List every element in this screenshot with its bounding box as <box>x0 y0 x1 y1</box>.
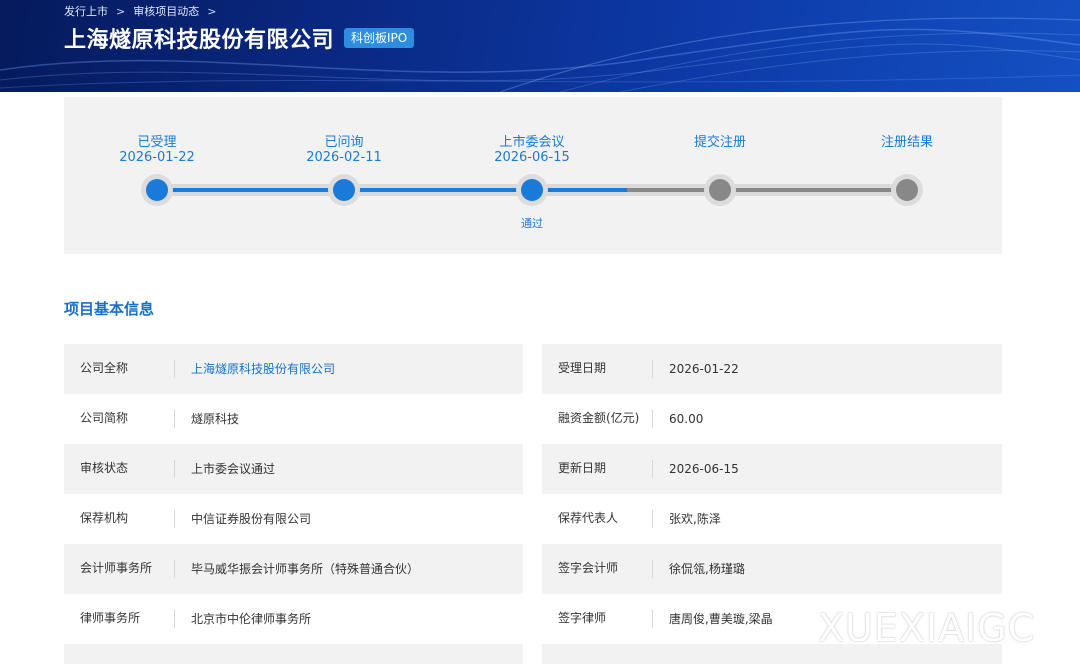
info-key: 签字律师 <box>542 610 653 628</box>
info-row-financing-amount: 融资金额(亿元) 60.00 <box>542 394 1002 444</box>
info-value: 张欢,陈泽 <box>669 512 721 526</box>
info-key: 公司全称 <box>64 360 175 378</box>
step-label: 已问询 <box>324 135 364 150</box>
info-key: 公司简称 <box>64 410 175 428</box>
section-title: 项目基本信息 <box>64 300 155 318</box>
info-value: 北京市中伦律师事务所 <box>191 612 312 626</box>
info-key: 签字会计师 <box>542 560 653 578</box>
breadcrumb: 发行上市 > 审核项目动态 > <box>64 3 218 19</box>
info-key: 保荐代表人 <box>542 510 653 528</box>
info-value: 上市委会议通过 <box>191 462 276 476</box>
info-value: 2026-06-15 <box>669 462 739 476</box>
step-date: 2026-01-22 <box>119 150 195 165</box>
info-key: 受理日期 <box>542 360 653 378</box>
review-progress-panel: 已受理 2026-01-22 已问询 2026-02-11 上市委会议 2026… <box>64 97 1002 254</box>
step-dot-committee-meeting <box>516 174 548 206</box>
step-result-note: 通过 <box>521 217 543 230</box>
watermark: XUEXIAIGC <box>818 606 1036 650</box>
info-row-company-short-name: 公司简称 燧原科技 <box>64 394 523 444</box>
progress-track-pending <box>627 188 907 192</box>
info-value: 燧原科技 <box>191 412 240 426</box>
info-row-sponsor: 保荐机构 中信证券股份有限公司 <box>64 494 523 544</box>
step-dot-registration-result <box>891 174 923 206</box>
chevron-right-icon: > <box>116 4 126 18</box>
info-key: 会计师事务所 <box>64 560 175 578</box>
company-full-name-link[interactable]: 上海燧原科技股份有限公司 <box>175 361 335 377</box>
step-label: 上市委会议 <box>499 135 565 150</box>
info-value: 中信证券股份有限公司 <box>191 512 312 526</box>
step-dot-inquired <box>328 174 360 206</box>
step-committee-meeting: 上市委会议 2026-06-15 <box>472 135 592 165</box>
step-dot-submit-registration <box>704 174 736 206</box>
info-value: 60.00 <box>669 412 704 426</box>
title-row: 上海燧原科技股份有限公司 科创板IPO <box>64 22 415 54</box>
step-date: 2026-02-11 <box>306 150 382 165</box>
info-row-review-status: 审核状态 上市委会议通过 <box>64 444 523 494</box>
breadcrumb-item-review[interactable]: 审核项目动态 <box>133 3 199 19</box>
info-key: 审核状态 <box>64 460 175 478</box>
info-value: 唐周俊,曹美璇,梁晶 <box>669 612 773 626</box>
step-registration-result: 注册结果 <box>847 135 967 150</box>
info-key: 融资金额(亿元) <box>542 410 653 428</box>
info-value: 毕马威华振会计师事务所（特殊普通合伙） <box>191 562 420 576</box>
info-key: 更新日期 <box>542 460 653 478</box>
step-date: 2026-06-15 <box>494 150 570 165</box>
step-inquired: 已问询 2026-02-11 <box>284 135 404 165</box>
info-key: 保荐机构 <box>64 510 175 528</box>
info-row-sponsor-reps: 保荐代表人 张欢,陈泽 <box>542 494 1002 544</box>
info-row-accounting-firm: 会计师事务所 毕马威华振会计师事务所（特殊普通合伙） <box>64 544 523 594</box>
info-row-law-firm: 律师事务所 北京市中伦律师事务所 <box>64 594 523 644</box>
chevron-right-icon: > <box>207 4 217 18</box>
header-banner: 发行上市 > 审核项目动态 > 上海燧原科技股份有限公司 科创板IPO <box>0 0 1080 92</box>
info-row-partial <box>64 644 523 664</box>
step-dot-accepted <box>141 174 173 206</box>
info-key: 律师事务所 <box>64 610 175 628</box>
info-row-update-date: 更新日期 2026-06-15 <box>542 444 1002 494</box>
step-label: 注册结果 <box>880 135 933 150</box>
breadcrumb-item-listing[interactable]: 发行上市 <box>64 3 108 19</box>
info-row-company-full-name: 公司全称 上海燧原科技股份有限公司 <box>64 344 523 394</box>
step-label: 提交注册 <box>693 135 746 150</box>
page-title: 上海燧原科技股份有限公司 <box>64 28 335 53</box>
info-row-accept-date: 受理日期 2026-01-22 <box>542 344 1002 394</box>
progress-track-completed <box>157 188 627 192</box>
step-accepted: 已受理 2026-01-22 <box>97 135 217 165</box>
step-label: 已受理 <box>137 135 177 150</box>
info-value: 2026-01-22 <box>669 362 739 376</box>
info-row-signing-accountants: 签字会计师 徐侃瓴,杨瑾璐 <box>542 544 1002 594</box>
step-note: 通过 <box>472 217 592 231</box>
board-badge: 科创板IPO <box>344 28 415 48</box>
info-value: 徐侃瓴,杨瑾璐 <box>669 562 745 576</box>
step-submit-registration: 提交注册 <box>660 135 780 150</box>
